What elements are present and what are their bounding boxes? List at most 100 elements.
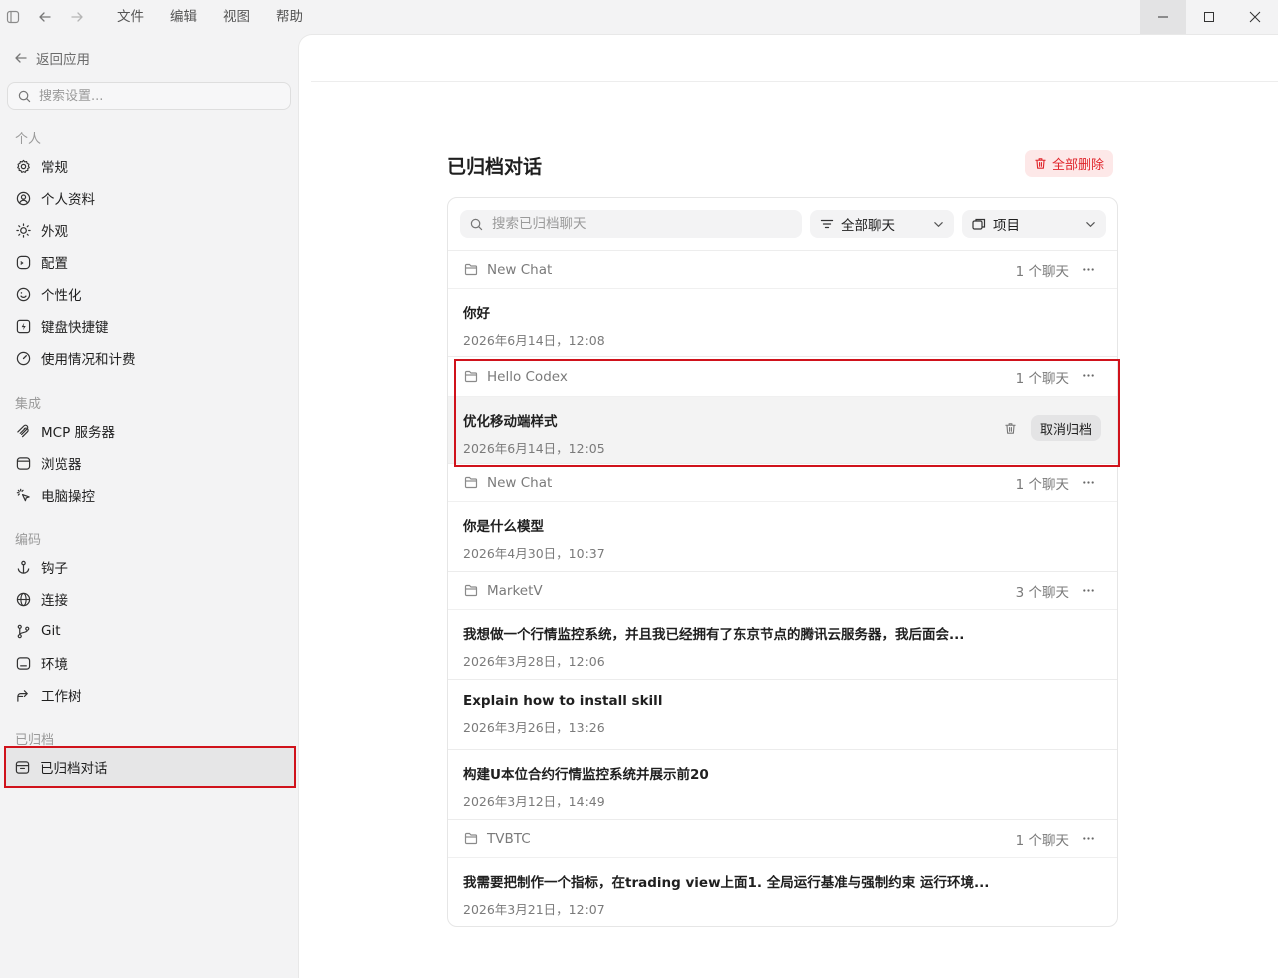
sidebar-item-personalization[interactable]: 个性化 [7, 279, 291, 309]
sidebar-item-mcp[interactable]: MCP 服务器 [7, 416, 291, 446]
trash-icon[interactable] [1004, 422, 1017, 435]
menu-file[interactable]: 文件 [104, 0, 157, 34]
chat-count: 1 个聊天 [1015, 263, 1069, 280]
folder-icon [464, 476, 478, 489]
sidebar-item-label: 常规 [41, 160, 68, 176]
sidebar-item-worktree[interactable]: 工作树 [7, 680, 291, 710]
archived-chat-row[interactable]: 构建U本位合约行情监控系统并展示前20 2026年3月12日，14:49 [448, 750, 1117, 820]
page-title: 已归档对话 [447, 156, 543, 178]
delete-all-label: 全部删除 [1052, 158, 1105, 173]
sidebar-item-appearance[interactable]: 外观 [7, 215, 291, 245]
back-label: 返回应用 [36, 52, 90, 68]
archived-search[interactable] [460, 210, 802, 238]
gauge-icon [16, 351, 31, 365]
more-options-icon[interactable] [1082, 584, 1095, 597]
sidebar-item-archived-chats[interactable]: 已归档对话 [4, 746, 296, 788]
sidebar-item-label: 外观 [41, 224, 68, 240]
project-group-header[interactable]: MarketV 3 个聊天 [448, 572, 1117, 610]
sidebar-item-git[interactable]: Git [7, 616, 291, 646]
chat-filter-value: 全部聊天 [841, 218, 895, 234]
sidebar-item-config[interactable]: 配置 [7, 247, 291, 277]
maximize-button[interactable] [1186, 0, 1232, 34]
sidebar-item-computer-use[interactable]: 电脑操控 [7, 480, 291, 510]
chevron-down-icon [934, 222, 943, 228]
sidebar-toggle-icon[interactable] [0, 0, 26, 34]
chat-filter-dropdown[interactable]: 全部聊天 [810, 210, 954, 238]
menu-help[interactable]: 帮助 [263, 0, 316, 34]
chat-date: 2026年3月26日，13:26 [463, 720, 605, 735]
menu-edit[interactable]: 编辑 [157, 0, 210, 34]
title-bar: 文件 编辑 视图 帮助 [0, 0, 1278, 34]
filter-bar: 全部聊天 项目 [448, 198, 1117, 251]
sidebar-item-label: 使用情况和计费 [41, 352, 136, 368]
worktree-icon [17, 689, 28, 702]
sidebar-item-label: 配置 [41, 256, 68, 272]
archived-chat-row[interactable]: 你好 2026年6月14日，12:08 [448, 289, 1117, 357]
menu-bar: 文件 编辑 视图 帮助 [104, 0, 316, 34]
sidebar-item-label: 环境 [41, 657, 68, 673]
more-options-icon[interactable] [1082, 263, 1095, 276]
sidebar-item-browser[interactable]: 浏览器 [7, 448, 291, 478]
archived-chat-row[interactable]: Explain how to install skill 2026年3月26日，… [448, 680, 1117, 750]
window-controls [1140, 0, 1278, 34]
settings-search-input[interactable] [39, 88, 269, 104]
section-coding: 编码 [15, 533, 42, 548]
project-filter-dropdown[interactable]: 项目 [962, 210, 1106, 238]
more-options-icon[interactable] [1082, 476, 1095, 489]
anchor-icon [17, 560, 30, 574]
back-arrow-icon [15, 53, 27, 63]
forward-arrow-icon[interactable] [64, 0, 90, 34]
sidebar-item-shortcuts[interactable]: 键盘快捷键 [7, 311, 291, 341]
filter-icon [820, 219, 834, 229]
project-group-header[interactable]: New Chat 1 个聊天 [448, 464, 1117, 502]
more-options-icon[interactable] [1082, 369, 1095, 382]
back-to-app-link[interactable]: 返回应用 [14, 48, 90, 68]
sidebar-item-connections[interactable]: 连接 [7, 584, 291, 614]
archived-chat-row[interactable]: 我需要把制作一个指标，在trading view上面1. 全局运行基准与强制约束… [448, 858, 1117, 926]
git-branch-icon [17, 624, 30, 638]
sidebar-item-label: 工作树 [41, 689, 82, 705]
section-personal: 个人 [15, 132, 42, 147]
sidebar-item-label: 个性化 [41, 288, 82, 304]
config-shield-icon [16, 255, 31, 269]
project-name: New Chat [487, 474, 553, 491]
chat-date: 2026年3月28日，12:06 [463, 654, 605, 669]
minimize-button[interactable] [1140, 0, 1186, 34]
chat-title: 你是什么模型 [463, 519, 544, 535]
sidebar-item-general[interactable]: 常规 [7, 151, 291, 181]
chat-date: 2026年3月21日，12:07 [463, 902, 605, 917]
chat-date: 2026年3月12日，14:49 [463, 794, 605, 809]
settings-search[interactable] [7, 82, 291, 110]
archived-search-input[interactable] [492, 216, 782, 232]
project-group-header[interactable]: New Chat 1 个聊天 [448, 251, 1117, 289]
mcp-icon [17, 424, 29, 437]
project-group-header[interactable]: Hello Codex 1 个聊天 [448, 357, 1117, 397]
row-actions: 取消归档 [1004, 415, 1101, 441]
search-icon [18, 90, 31, 102]
archived-chat-row[interactable]: 我想做一个行情监控系统，并且我已经拥有了东京节点的腾讯云服务器，我后面会... … [448, 610, 1117, 680]
chat-date: 2026年6月14日，12:08 [463, 333, 605, 348]
smile-icon [16, 287, 31, 301]
sidebar-item-environment[interactable]: 环境 [7, 648, 291, 678]
sidebar-item-label: 电脑操控 [41, 489, 95, 505]
close-button[interactable] [1232, 0, 1278, 34]
delete-all-button[interactable]: 全部删除 [1025, 150, 1114, 177]
chat-title: 我想做一个行情监控系统，并且我已经拥有了东京节点的腾讯云服务器，我后面会... [463, 627, 965, 643]
more-options-icon[interactable] [1082, 832, 1095, 845]
archived-chat-row[interactable]: 你是什么模型 2026年4月30日，10:37 [448, 502, 1117, 572]
unarchive-button[interactable]: 取消归档 [1030, 415, 1101, 441]
menu-view[interactable]: 视图 [210, 0, 263, 34]
sidebar-item-profile[interactable]: 个人资料 [7, 183, 291, 213]
archive-box-icon [15, 760, 30, 774]
project-group-header[interactable]: TVBTC 1 个聊天 [448, 820, 1117, 858]
gear-icon [17, 159, 30, 173]
sidebar-item-hooks[interactable]: 钩子 [7, 552, 291, 582]
back-arrow-icon[interactable] [32, 0, 58, 34]
chat-count: 3 个聊天 [1015, 584, 1069, 601]
globe-icon [16, 592, 31, 606]
chat-title: 我需要把制作一个指标，在trading view上面1. 全局运行基准与强制约束… [463, 875, 990, 891]
trash-icon [1035, 158, 1046, 169]
project-filter-value: 项目 [993, 218, 1020, 234]
archived-chat-row[interactable]: 优化移动端样式 2026年6月14日，12:05 取消归档 [448, 397, 1117, 464]
sidebar-item-usage[interactable]: 使用情况和计费 [7, 343, 291, 373]
